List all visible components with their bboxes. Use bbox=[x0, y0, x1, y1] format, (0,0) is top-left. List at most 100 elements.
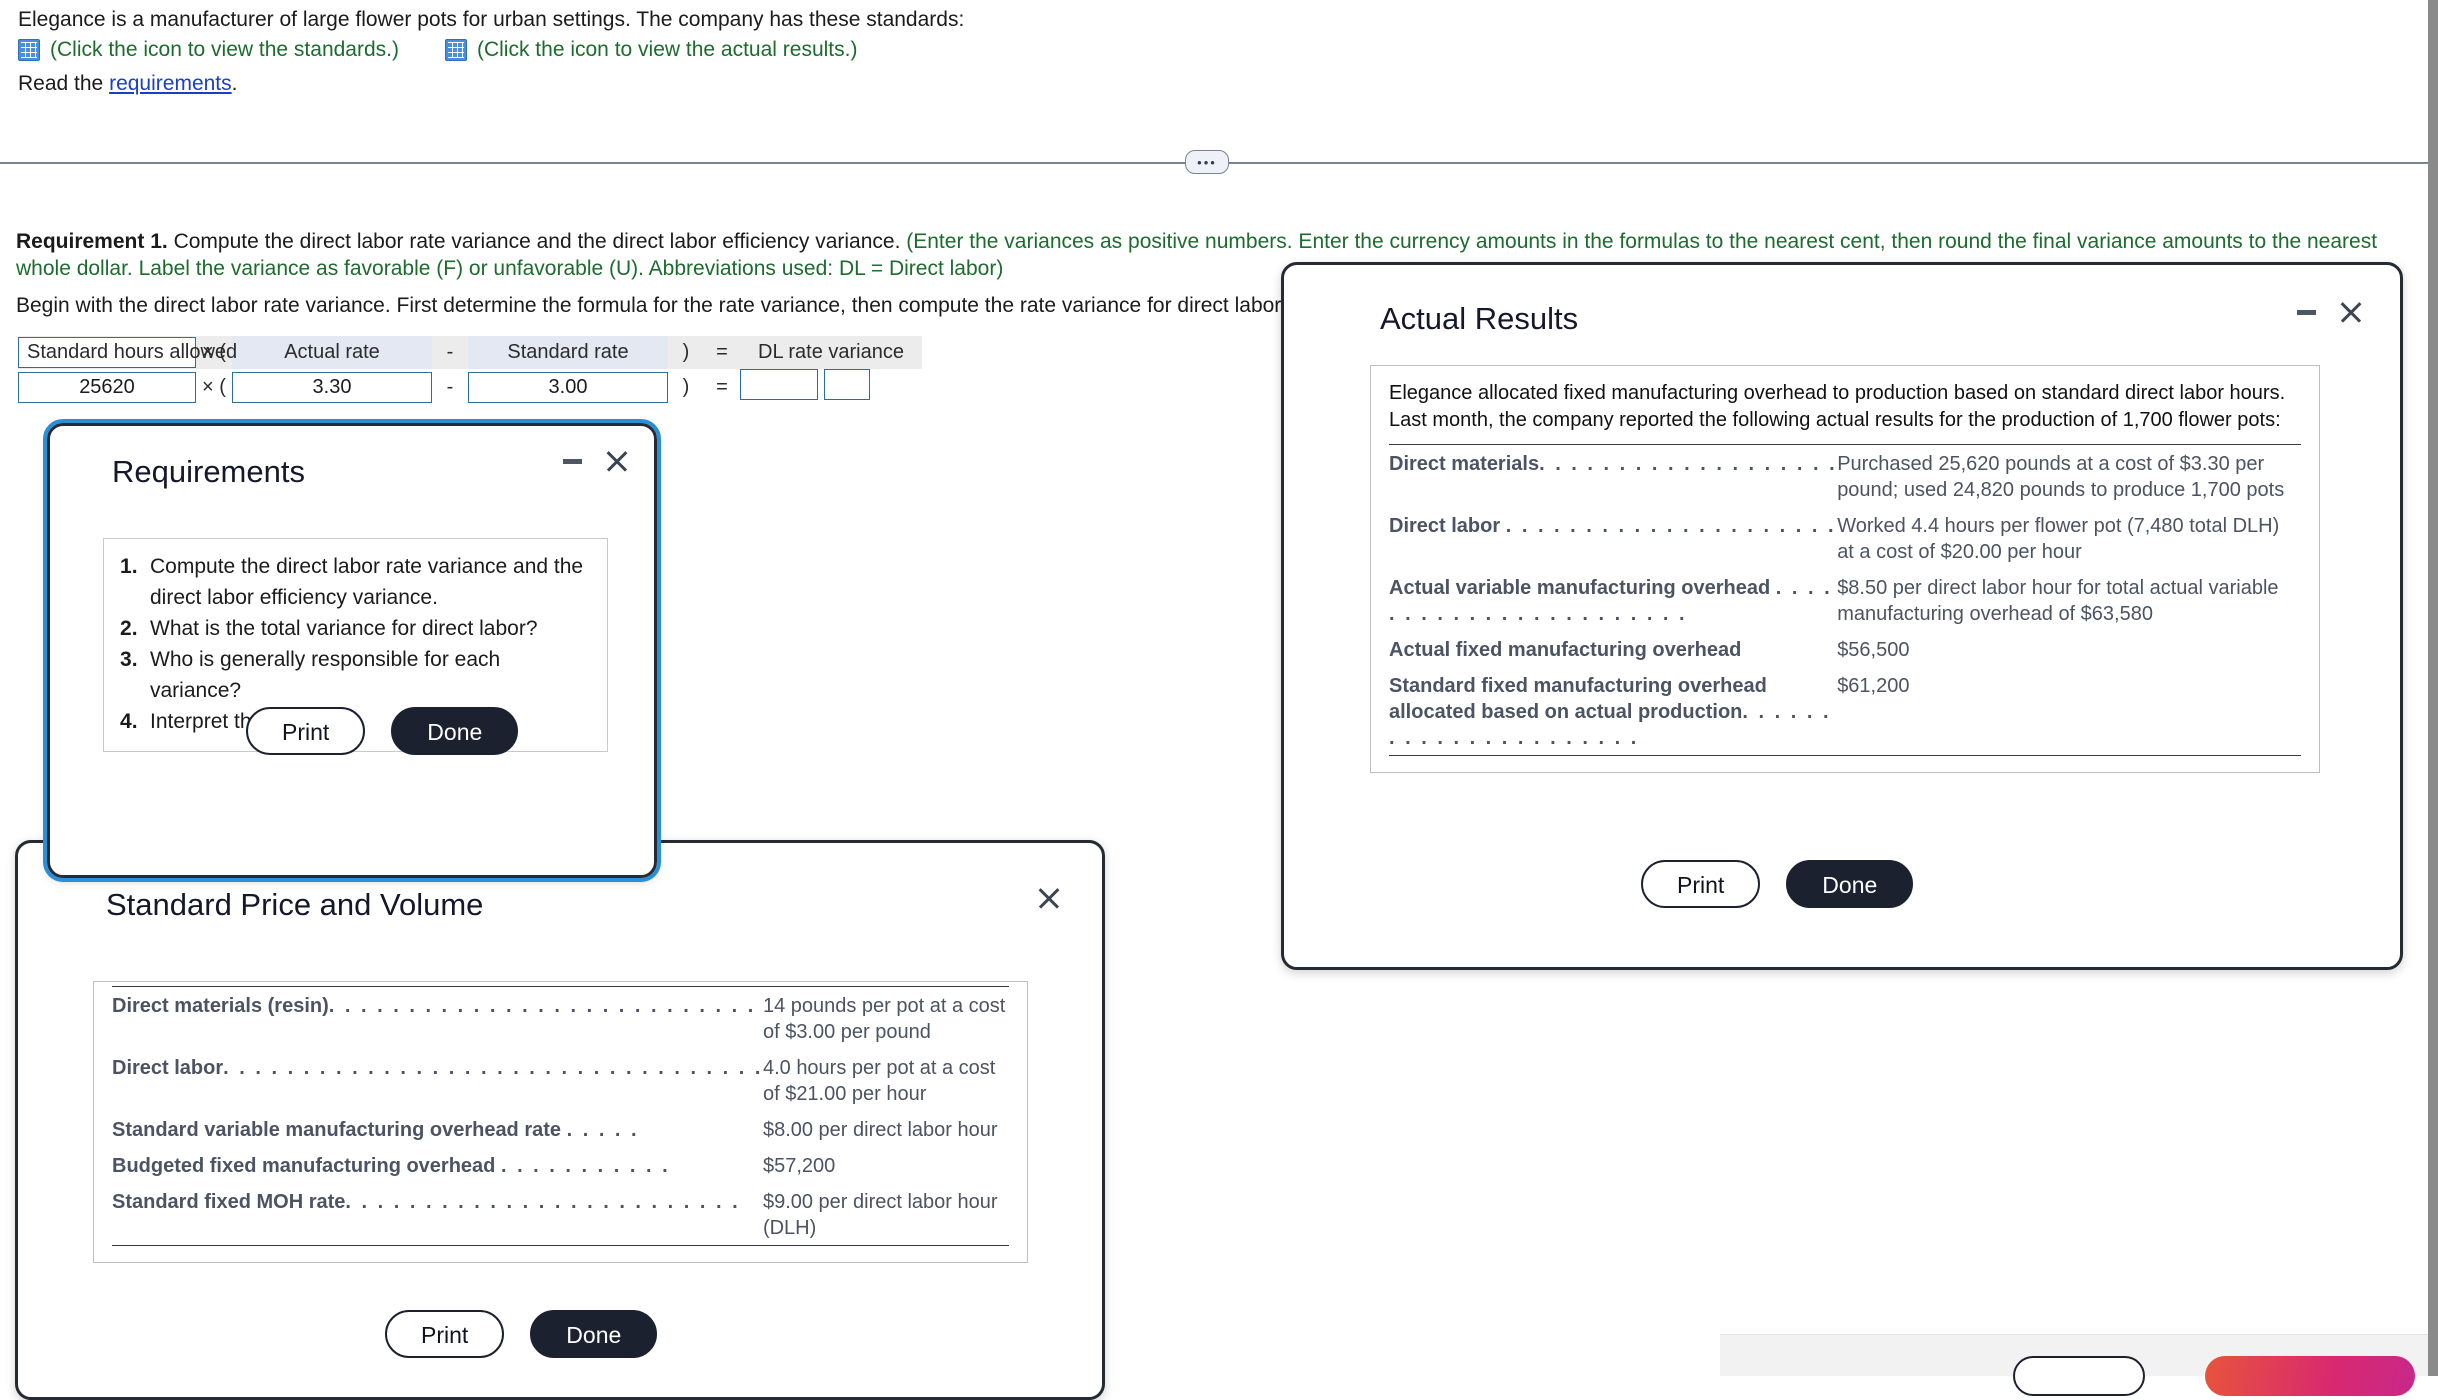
section-divider: ••• bbox=[0, 150, 2438, 174]
value-operator-minus: - bbox=[432, 369, 468, 406]
standard-row-dots-0: . . . . . . . . . . . . . . . . . . . . … bbox=[328, 995, 756, 1017]
begin-instruction: Begin with the direct labor rate varianc… bbox=[16, 294, 1286, 317]
done-button[interactable]: Done bbox=[530, 1310, 658, 1358]
list-item: Who is generally responsible for each va… bbox=[120, 644, 501, 702]
done-button[interactable]: Done bbox=[391, 707, 519, 755]
standard-table-bottom-rule bbox=[112, 1245, 1009, 1246]
formula-header-row: Standard hours allowed × ( Actual rate -… bbox=[18, 336, 922, 369]
read-prefix: Read the bbox=[18, 72, 104, 95]
header-cell-standard-hours: Standard hours allowed bbox=[18, 336, 237, 369]
actual-results-window-controls bbox=[2297, 299, 2364, 325]
table-row: Actual fixed manufacturing overhead $56,… bbox=[1389, 631, 2301, 667]
standard-row-name-3: Budgeted fixed manufacturing overhead bbox=[112, 1155, 496, 1177]
requirements-dialog: Requirements Compute the direct labor ra… bbox=[43, 419, 661, 882]
header-operator-close-paren: ) bbox=[668, 336, 704, 369]
minimize-icon[interactable] bbox=[563, 458, 582, 464]
requirements-link[interactable]: requirements bbox=[109, 72, 232, 95]
actual-row-value-4: $61,200 bbox=[1837, 675, 1910, 697]
actual-row-label-2: Actual variable manufacturing overhead .… bbox=[1389, 569, 1837, 631]
actual-results-button-row: Print Done bbox=[1641, 860, 1914, 908]
minimize-icon[interactable] bbox=[2297, 309, 2316, 315]
standard-row-label-0: Direct materials (resin). . . . . . . . … bbox=[112, 987, 763, 1049]
requirements-dialog-title: Requirements bbox=[112, 454, 305, 489]
input-standard-rate[interactable]: 3.00 bbox=[468, 372, 668, 403]
standard-row-name-4: Standard fixed MOH rate bbox=[112, 1191, 346, 1213]
actual-results-intro: Elegance allocated fixed manufacturing o… bbox=[1389, 382, 2286, 431]
standard-values-box: Direct materials (resin). . . . . . . . … bbox=[93, 981, 1028, 1263]
value-cell-standard-rate: 3.00 bbox=[468, 369, 668, 406]
input-standard-hours-allowed[interactable]: 25620 bbox=[18, 372, 196, 403]
header-operator-equals: = bbox=[704, 336, 740, 369]
done-button[interactable]: Done bbox=[1786, 860, 1914, 908]
close-icon[interactable] bbox=[2338, 299, 2364, 325]
actual-row-value-1: Worked 4.4 hours per flower pot (7,480 t… bbox=[1837, 515, 2280, 563]
divider-collapse-handle[interactable]: ••• bbox=[1185, 150, 1229, 174]
page-scrollbar[interactable] bbox=[2428, 0, 2438, 1376]
requirement-1-label: Requirement 1. bbox=[16, 230, 168, 253]
value-operator-equals: = bbox=[704, 369, 740, 406]
actual-row-name-4: Standard fixed manufacturing overhead al… bbox=[1389, 675, 1767, 723]
print-button[interactable]: Print bbox=[1641, 860, 1761, 908]
standard-row-name-1: Direct labor bbox=[112, 1057, 224, 1079]
standard-row-dots-1: . . . . . . . . . . . . . . . . . . . . … bbox=[223, 1057, 763, 1079]
actual-row-name-3: Actual fixed manufacturing overhead bbox=[1389, 639, 1742, 661]
print-button[interactable]: Print bbox=[385, 1310, 505, 1358]
standard-row-value-3: $57,200 bbox=[762, 1155, 836, 1177]
standard-row-dots-2: . . . . . bbox=[566, 1119, 640, 1141]
actual-results-dialog-title: Actual Results bbox=[1380, 301, 1579, 336]
standard-row-dots-4: . . . . . . . . . . . . . . . . . . . . … bbox=[345, 1191, 741, 1213]
print-button[interactable]: Print bbox=[246, 707, 366, 755]
actual-results-table: Direct materials. . . . . . . . . . . . … bbox=[1389, 445, 2301, 755]
standard-row-value-1: 4.0 hours per pot at a cost of $21.00 pe… bbox=[762, 1057, 996, 1105]
table-row: Budgeted fixed manufacturing overhead . … bbox=[112, 1147, 1009, 1183]
requirements-button-row: Print Done bbox=[246, 707, 519, 755]
actual-row-name-2: Actual variable manufacturing overhead bbox=[1389, 577, 1771, 599]
table-row: Standard fixed MOH rate. . . . . . . . .… bbox=[112, 1183, 1009, 1245]
standard-dialog-window-controls bbox=[1036, 885, 1062, 911]
table-row: Direct materials (resin). . . . . . . . … bbox=[112, 987, 1009, 1049]
list-item: Compute the direct labor rate variance a… bbox=[120, 551, 584, 609]
header-dl-rate-variance: DL rate variance bbox=[740, 336, 922, 369]
actual-row-label-1: Direct labor . . . . . . . . . . . . . .… bbox=[1389, 507, 1837, 569]
standard-row-value-2: $8.00 per direct labor hour bbox=[762, 1119, 998, 1141]
document-icon-links: (Click the icon to view the standards.) … bbox=[18, 38, 857, 62]
actual-row-label-0: Direct materials. . . . . . . . . . . . … bbox=[1389, 445, 1837, 507]
input-favorable-unfavorable[interactable] bbox=[824, 369, 870, 400]
close-icon[interactable] bbox=[1036, 885, 1062, 911]
actual-results-box: Elegance allocated fixed manufacturing o… bbox=[1370, 365, 2320, 773]
toolbar-primary-button[interactable] bbox=[2205, 1356, 2415, 1396]
standard-row-name-2: Standard variable manufacturing overhead… bbox=[112, 1119, 562, 1141]
standard-row-label-2: Standard variable manufacturing overhead… bbox=[112, 1111, 763, 1147]
formula-value-row: 25620 × ( 3.30 - 3.00 ) = bbox=[18, 369, 922, 406]
actual-results-link-label[interactable]: (Click the icon to view the actual resul… bbox=[477, 38, 857, 62]
actual-row-name-0: Direct materials bbox=[1389, 453, 1540, 475]
toolbar-secondary-button[interactable] bbox=[2013, 1356, 2145, 1396]
close-icon[interactable] bbox=[604, 448, 630, 474]
table-row: Standard fixed manufacturing overhead al… bbox=[1389, 667, 2301, 755]
actual-table-bottom-rule bbox=[1389, 755, 2301, 756]
actual-row-value-0: Purchased 25,620 pounds at a cost of $3.… bbox=[1837, 453, 2285, 501]
header-standard-hours-allowed: Standard hours allowed bbox=[18, 337, 237, 368]
actual-results-dialog: Actual Results Elegance allocated fixed … bbox=[1281, 262, 2403, 970]
value-cell-standard-hours: 25620 bbox=[18, 369, 196, 406]
table-row: Direct labor. . . . . . . . . . . . . . … bbox=[112, 1049, 1009, 1111]
standards-table-icon[interactable] bbox=[18, 39, 40, 61]
standards-link-label[interactable]: (Click the icon to view the standards.) bbox=[50, 38, 399, 62]
input-actual-rate[interactable]: 3.30 bbox=[232, 372, 432, 403]
read-suffix: . bbox=[231, 72, 238, 95]
standard-dialog-title: Standard Price and Volume bbox=[106, 887, 484, 922]
list-item: What is the total variance for direct la… bbox=[120, 613, 538, 644]
actual-row-label-3: Actual fixed manufacturing overhead bbox=[1389, 631, 1837, 667]
dl-rate-variance-formula-table: Standard hours allowed × ( Actual rate -… bbox=[18, 336, 922, 406]
actual-results-table-icon[interactable] bbox=[444, 39, 467, 61]
table-row: Actual variable manufacturing overhead .… bbox=[1389, 569, 2301, 631]
actual-row-name-1: Direct labor bbox=[1389, 515, 1501, 537]
value-operator-times-open: × ( bbox=[196, 369, 232, 406]
input-dl-rate-variance[interactable] bbox=[740, 369, 818, 400]
standard-row-dots-3: . . . . . . . . . . . bbox=[500, 1155, 671, 1177]
header-actual-rate: Actual rate bbox=[232, 336, 432, 369]
value-cell-actual-rate: 3.30 bbox=[232, 369, 432, 406]
intro-text: Elegance is a manufacturer of large flow… bbox=[18, 8, 965, 31]
standard-row-name-0: Direct materials (resin) bbox=[112, 995, 329, 1017]
header-operator-minus: - bbox=[432, 336, 468, 369]
